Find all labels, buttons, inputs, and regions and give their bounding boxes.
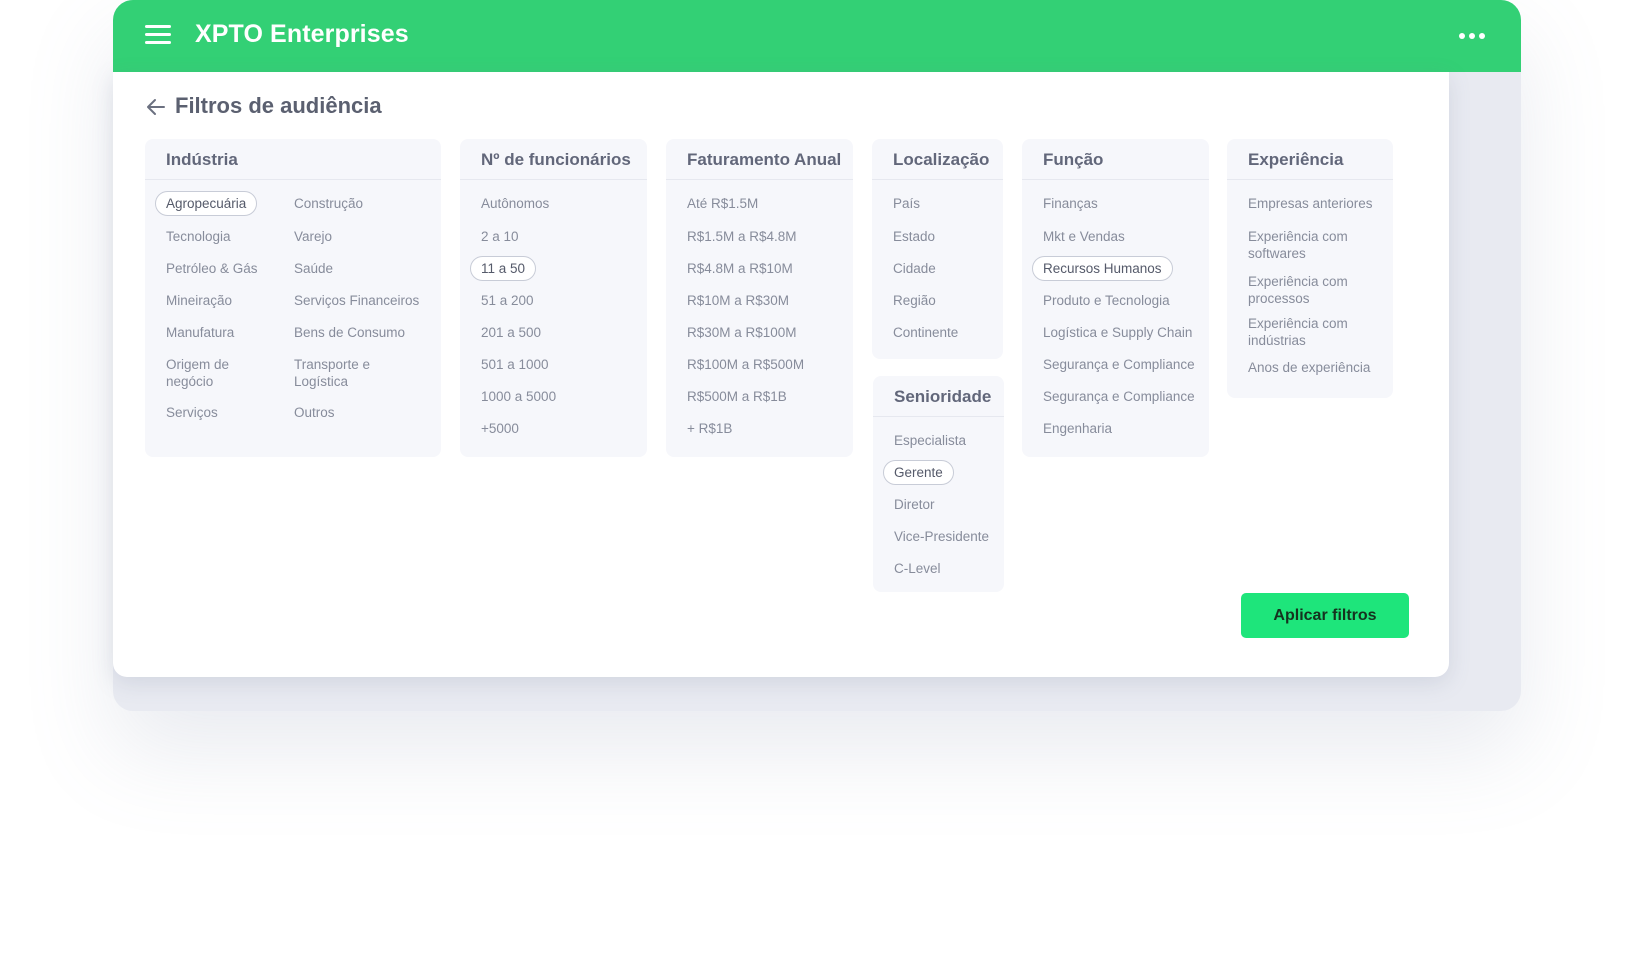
option-produto-tecnologia[interactable]: Produto e Tecnologia bbox=[1043, 292, 1170, 309]
option-c-level[interactable]: C-Level bbox=[894, 560, 941, 577]
option-mineiracao[interactable]: Mineiração bbox=[166, 292, 232, 309]
option-201-a-500[interactable]: 201 a 500 bbox=[481, 324, 541, 341]
option-ate-1-5m[interactable]: Até R$1.5M bbox=[687, 195, 758, 212]
funcao-panel: Função Finanças Mkt e Vendas Recursos Hu… bbox=[1022, 139, 1209, 457]
industria-panel: Indústria Agropecuária Tecnologia Petról… bbox=[145, 139, 441, 457]
audience-filters-card: Filtros de audiência Indústria Agropecuá… bbox=[113, 72, 1449, 677]
industria-title: Indústria bbox=[145, 139, 441, 180]
option-30m-100m[interactable]: R$30M a R$100M bbox=[687, 324, 797, 341]
top-bar: XPTO Enterprises bbox=[113, 0, 1521, 72]
option-1000-a-5000[interactable]: 1000 a 5000 bbox=[481, 388, 556, 405]
option-agropecuaria[interactable]: Agropecuária bbox=[155, 191, 258, 216]
option-estado[interactable]: Estado bbox=[893, 228, 935, 245]
option-servicos-financeiros[interactable]: Serviços Financeiros bbox=[294, 292, 419, 309]
option-outros[interactable]: Outros bbox=[294, 404, 335, 421]
option-51-a-200[interactable]: 51 a 200 bbox=[481, 292, 534, 309]
option-tecnologia[interactable]: Tecnologia bbox=[166, 228, 231, 245]
faturamento-title: Faturamento Anual bbox=[666, 139, 853, 180]
senioridade-panel: Senioridade Especialista Gerente Diretor… bbox=[873, 376, 1004, 592]
option-saude[interactable]: Saúde bbox=[294, 260, 333, 277]
app-title: XPTO Enterprises bbox=[195, 20, 409, 48]
option-anos-experiencia[interactable]: Anos de experiência bbox=[1248, 359, 1370, 376]
option-5000-plus[interactable]: +5000 bbox=[481, 420, 519, 437]
localizacao-title: Localização bbox=[872, 139, 1003, 180]
option-4-8m-10m[interactable]: R$4.8M a R$10M bbox=[687, 260, 793, 277]
option-2-a-10[interactable]: 2 a 10 bbox=[481, 228, 519, 245]
option-manufatura[interactable]: Manufatura bbox=[166, 324, 234, 341]
localizacao-panel: Localização País Estado Cidade Região Co… bbox=[872, 139, 1003, 359]
option-11-a-50[interactable]: 11 a 50 bbox=[470, 256, 537, 281]
option-500m-1b[interactable]: R$500M a R$1B bbox=[687, 388, 787, 405]
option-continente[interactable]: Continente bbox=[893, 324, 958, 341]
page-title: Filtros de audiência bbox=[175, 93, 382, 118]
option-autonomos[interactable]: Autônomos bbox=[481, 195, 549, 212]
hamburger-menu-icon[interactable] bbox=[145, 25, 171, 45]
option-petroleo-gas[interactable]: Petróleo & Gás bbox=[166, 260, 258, 277]
option-vice-presidente[interactable]: Vice-Presidente bbox=[894, 528, 989, 545]
option-seguranca-compliance-2[interactable]: Segurança e Compliance bbox=[1043, 388, 1195, 405]
option-diretor[interactable]: Diretor bbox=[894, 496, 935, 513]
option-especialista[interactable]: Especialista bbox=[894, 432, 966, 449]
experiencia-title: Experiência bbox=[1227, 139, 1393, 180]
option-10m-30m[interactable]: R$10M a R$30M bbox=[687, 292, 789, 309]
option-501-a-1000[interactable]: 501 a 1000 bbox=[481, 356, 549, 373]
funcionarios-panel: Nº de funcionários Autônomos 2 a 10 11 a… bbox=[460, 139, 647, 457]
option-construcao[interactable]: Construção bbox=[294, 195, 363, 212]
option-cidade[interactable]: Cidade bbox=[893, 260, 936, 277]
option-experiencia-industrias[interactable]: Experiência com indústrias bbox=[1248, 315, 1373, 349]
funcionarios-title: Nº de funcionários bbox=[460, 139, 647, 180]
option-recursos-humanos[interactable]: Recursos Humanos bbox=[1032, 256, 1173, 281]
option-1b-plus[interactable]: + R$1B bbox=[687, 420, 732, 437]
funcao-title: Função bbox=[1022, 139, 1209, 180]
option-empresas-anteriores[interactable]: Empresas anteriores bbox=[1248, 195, 1373, 212]
option-experiencia-processos[interactable]: Experiência com processos bbox=[1248, 273, 1373, 307]
option-logistica-supply-chain[interactable]: Logística e Supply Chain bbox=[1043, 324, 1192, 341]
option-regiao[interactable]: Região bbox=[893, 292, 936, 309]
option-transporte-logistica[interactable]: Transporte e Logística bbox=[294, 356, 394, 390]
option-mkt-vendas[interactable]: Mkt e Vendas bbox=[1043, 228, 1125, 245]
experiencia-panel: Experiência Empresas anteriores Experiên… bbox=[1227, 139, 1393, 398]
option-varejo[interactable]: Varejo bbox=[294, 228, 332, 245]
option-bens-de-consumo[interactable]: Bens de Consumo bbox=[294, 324, 405, 341]
option-100m-500m[interactable]: R$100M a R$500M bbox=[687, 356, 804, 373]
option-experiencia-softwares[interactable]: Experiência com softwares bbox=[1248, 228, 1373, 262]
option-servicos[interactable]: Serviços bbox=[166, 404, 218, 421]
senioridade-title: Senioridade bbox=[873, 376, 1004, 417]
option-gerente[interactable]: Gerente bbox=[883, 460, 954, 485]
option-seguranca-compliance[interactable]: Segurança e Compliance bbox=[1043, 356, 1195, 373]
more-horizontal-icon[interactable] bbox=[1459, 33, 1487, 41]
apply-filters-button[interactable]: Aplicar filtros bbox=[1241, 593, 1409, 638]
option-1-5m-4-8m[interactable]: R$1.5M a R$4.8M bbox=[687, 228, 797, 245]
faturamento-panel: Faturamento Anual Até R$1.5M R$1.5M a R$… bbox=[666, 139, 853, 457]
option-financas[interactable]: Finanças bbox=[1043, 195, 1098, 212]
option-engenharia[interactable]: Engenharia bbox=[1043, 420, 1112, 437]
option-origem-de-negocio[interactable]: Origem de negócio bbox=[166, 356, 261, 390]
arrow-left-icon[interactable] bbox=[145, 96, 167, 118]
option-pais[interactable]: País bbox=[893, 195, 920, 212]
